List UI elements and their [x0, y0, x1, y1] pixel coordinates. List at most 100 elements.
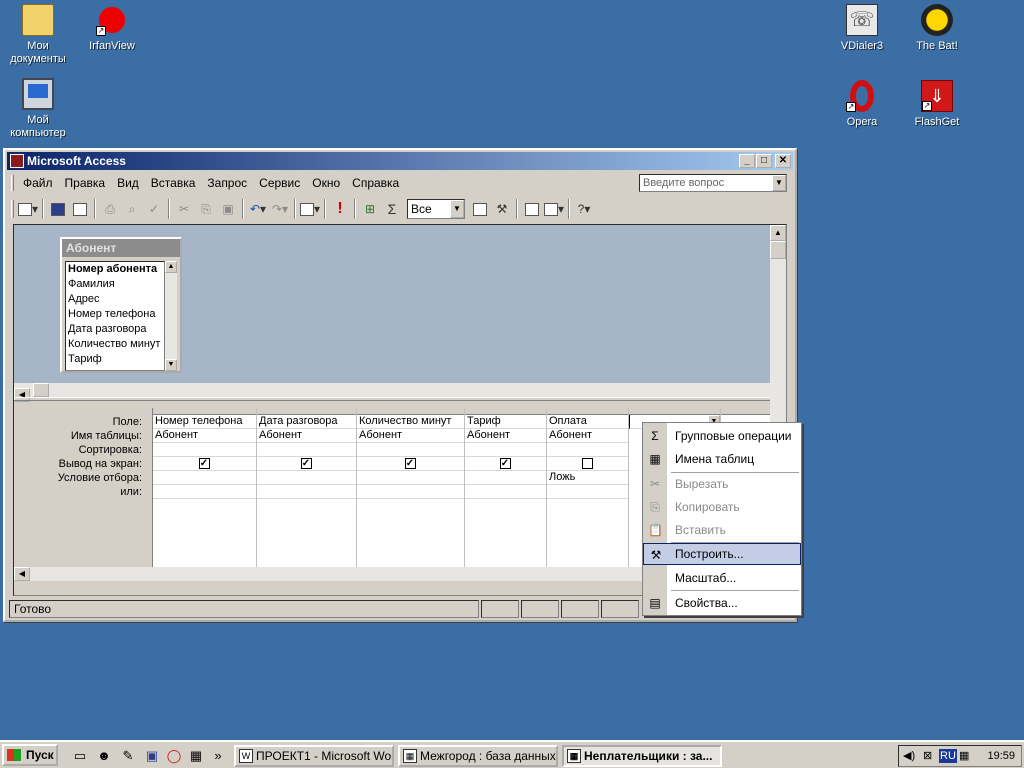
desktop-icon-vdialer3[interactable]: ☏ VDialer3	[824, 4, 900, 53]
grid-cell-field[interactable]: Количество минут	[357, 415, 464, 429]
grid-cell-table[interactable]: Абонент	[153, 429, 256, 443]
paste-button[interactable]: ▣	[217, 198, 239, 220]
grid-cell-or[interactable]	[153, 485, 256, 499]
quicklaunch-opera-icon[interactable]: ◯	[166, 748, 182, 764]
column-selector[interactable]	[629, 408, 720, 415]
scroll-up-arrow-icon[interactable]: ▲	[165, 261, 177, 273]
view-button[interactable]: ▾	[17, 198, 39, 220]
print-preview-button[interactable]: ⌕	[121, 198, 143, 220]
clock[interactable]: 19:59	[987, 746, 1015, 766]
grid-cell-or[interactable]	[547, 485, 628, 499]
ctx-totals[interactable]: Σ Групповые операции	[643, 425, 801, 447]
menu-help[interactable]: Справка	[346, 172, 405, 194]
grid-cell-table[interactable]: Абонент	[465, 429, 546, 443]
grid-cell-criteria[interactable]: Ложь	[547, 471, 628, 485]
grid-cell-or[interactable]	[465, 485, 546, 499]
minimize-button[interactable]: _	[739, 154, 755, 168]
top-values-combo[interactable]: Все ▼	[407, 199, 465, 219]
grid-cell-criteria[interactable]	[257, 471, 356, 485]
database-window-button[interactable]	[521, 198, 543, 220]
grid-column[interactable]: Номер телефона Абонент ✓	[153, 408, 257, 576]
desktop-icon-flashget[interactable]: ⇓ ↗ FlashGet	[899, 80, 975, 129]
menu-edit[interactable]: Правка	[59, 172, 112, 194]
desktop-icon-my-documents[interactable]: Мои документы	[0, 4, 76, 66]
table-field-list-title[interactable]: Абонент	[62, 239, 180, 257]
ctx-cut[interactable]: ✂ Вырезать	[643, 473, 801, 495]
desktop-icon-my-computer[interactable]: Мой компьютер	[0, 78, 76, 140]
volume-icon[interactable]: ◀)	[903, 746, 915, 766]
ctx-build[interactable]: ⚒ Построить...	[643, 543, 801, 565]
tray-app-icon[interactable]: ▦	[959, 746, 969, 766]
column-selector[interactable]	[357, 408, 464, 415]
menu-view[interactable]: Вид	[111, 172, 145, 194]
field-list-item[interactable]: Дата разговора	[66, 322, 164, 337]
help-button[interactable]: ? ▾	[573, 198, 595, 220]
undo-button[interactable]: ↶ ▾	[247, 198, 269, 220]
task-query[interactable]: ▦ Неплательщики : за...	[562, 745, 722, 767]
ctx-paste[interactable]: 📋 Вставить	[643, 519, 801, 541]
grid-cell-show[interactable]	[547, 457, 628, 471]
scroll-thumb[interactable]	[33, 383, 50, 397]
language-indicator[interactable]: RU	[939, 749, 957, 763]
grid-cell-criteria[interactable]	[153, 471, 256, 485]
ctx-table-names[interactable]: ▦ Имена таблиц	[643, 448, 801, 470]
menu-insert[interactable]: Вставка	[145, 172, 202, 194]
ctx-zoom[interactable]: Масштаб...	[643, 567, 801, 589]
grid-cell-criteria[interactable]	[465, 471, 546, 485]
grid-cell-show[interactable]: ✓	[257, 457, 356, 471]
grid-cell-criteria[interactable]	[357, 471, 464, 485]
ask-question-input[interactable]: Введите вопрос ▼	[639, 174, 787, 192]
spelling-button[interactable]: ✓	[143, 198, 165, 220]
quicklaunch-desktop-icon[interactable]: ▭	[72, 748, 88, 764]
build-button[interactable]: ⚒	[491, 198, 513, 220]
column-selector[interactable]	[547, 408, 628, 415]
quicklaunch-calc-icon[interactable]: ▦	[188, 748, 204, 764]
quicklaunch-save-icon[interactable]: ▣	[144, 748, 160, 764]
table-field-list[interactable]: Абонент Номер абонента Фамилия Адрес Ном…	[60, 237, 182, 373]
field-list-item[interactable]: Номер абонента	[66, 262, 164, 277]
properties-button[interactable]	[469, 198, 491, 220]
grid-cell-sort[interactable]	[465, 443, 546, 457]
run-button[interactable]: !	[329, 198, 351, 220]
quicklaunch-more-button[interactable]: »	[210, 748, 226, 764]
column-selector[interactable]	[153, 408, 256, 415]
query-type-button[interactable]: ▾	[299, 198, 321, 220]
field-list-item[interactable]: Количество минут	[66, 337, 164, 352]
copy-button[interactable]: ⎘	[195, 198, 217, 220]
grid-cell-show[interactable]: ✓	[357, 457, 464, 471]
table-pane-vscroll[interactable]: ▲	[770, 225, 786, 383]
new-object-button[interactable]: ▾	[543, 198, 565, 220]
maximize-button[interactable]: □	[756, 154, 772, 168]
grid-cell-field[interactable]: Оплата	[547, 415, 628, 429]
print-button[interactable]: ⎙	[99, 198, 121, 220]
ask-dropdown-button[interactable]: ▼	[772, 175, 786, 191]
grid-cell-field[interactable]: Дата разговора	[257, 415, 356, 429]
show-checkbox[interactable]: ✓	[499, 458, 511, 469]
menu-file[interactable]: Файл	[17, 172, 59, 194]
close-button[interactable]: ✕	[775, 154, 791, 168]
scroll-up-arrow-icon[interactable]: ▲	[770, 225, 786, 241]
grid-cell-or[interactable]	[357, 485, 464, 499]
show-checkbox-unchecked[interactable]	[581, 458, 593, 469]
grid-column[interactable]: Оплата Абонент Ложь	[547, 408, 629, 576]
pane-splitter[interactable]	[14, 397, 782, 401]
grid-hscroll[interactable]: ◀	[14, 567, 644, 581]
show-checkbox[interactable]: ✓	[300, 458, 312, 469]
grid-column[interactable]: Количество минут Абонент ✓	[357, 408, 465, 576]
grid-column[interactable]: Тариф Абонент ✓	[465, 408, 547, 576]
table-pane-hscroll[interactable]: ◀	[14, 383, 782, 402]
scroll-thumb[interactable]	[770, 241, 786, 259]
field-list-scrollbar[interactable]: ▲ ▼	[165, 261, 177, 371]
grid-cell-field[interactable]: Тариф	[465, 415, 546, 429]
show-checkbox[interactable]: ✓	[404, 458, 416, 469]
menu-query[interactable]: Запрос	[201, 172, 253, 194]
column-selector[interactable]	[257, 408, 356, 415]
grid-cell-sort[interactable]	[357, 443, 464, 457]
grid-cell-or[interactable]	[257, 485, 356, 499]
menu-window[interactable]: Окно	[306, 172, 346, 194]
grid-cell-sort[interactable]	[547, 443, 628, 457]
totals-button[interactable]: Σ	[381, 198, 403, 220]
menu-tools[interactable]: Сервис	[253, 172, 306, 194]
title-bar[interactable]: Microsoft Access _ □ ✕	[7, 152, 793, 170]
top-values-dropdown-button[interactable]: ▼	[450, 200, 464, 218]
